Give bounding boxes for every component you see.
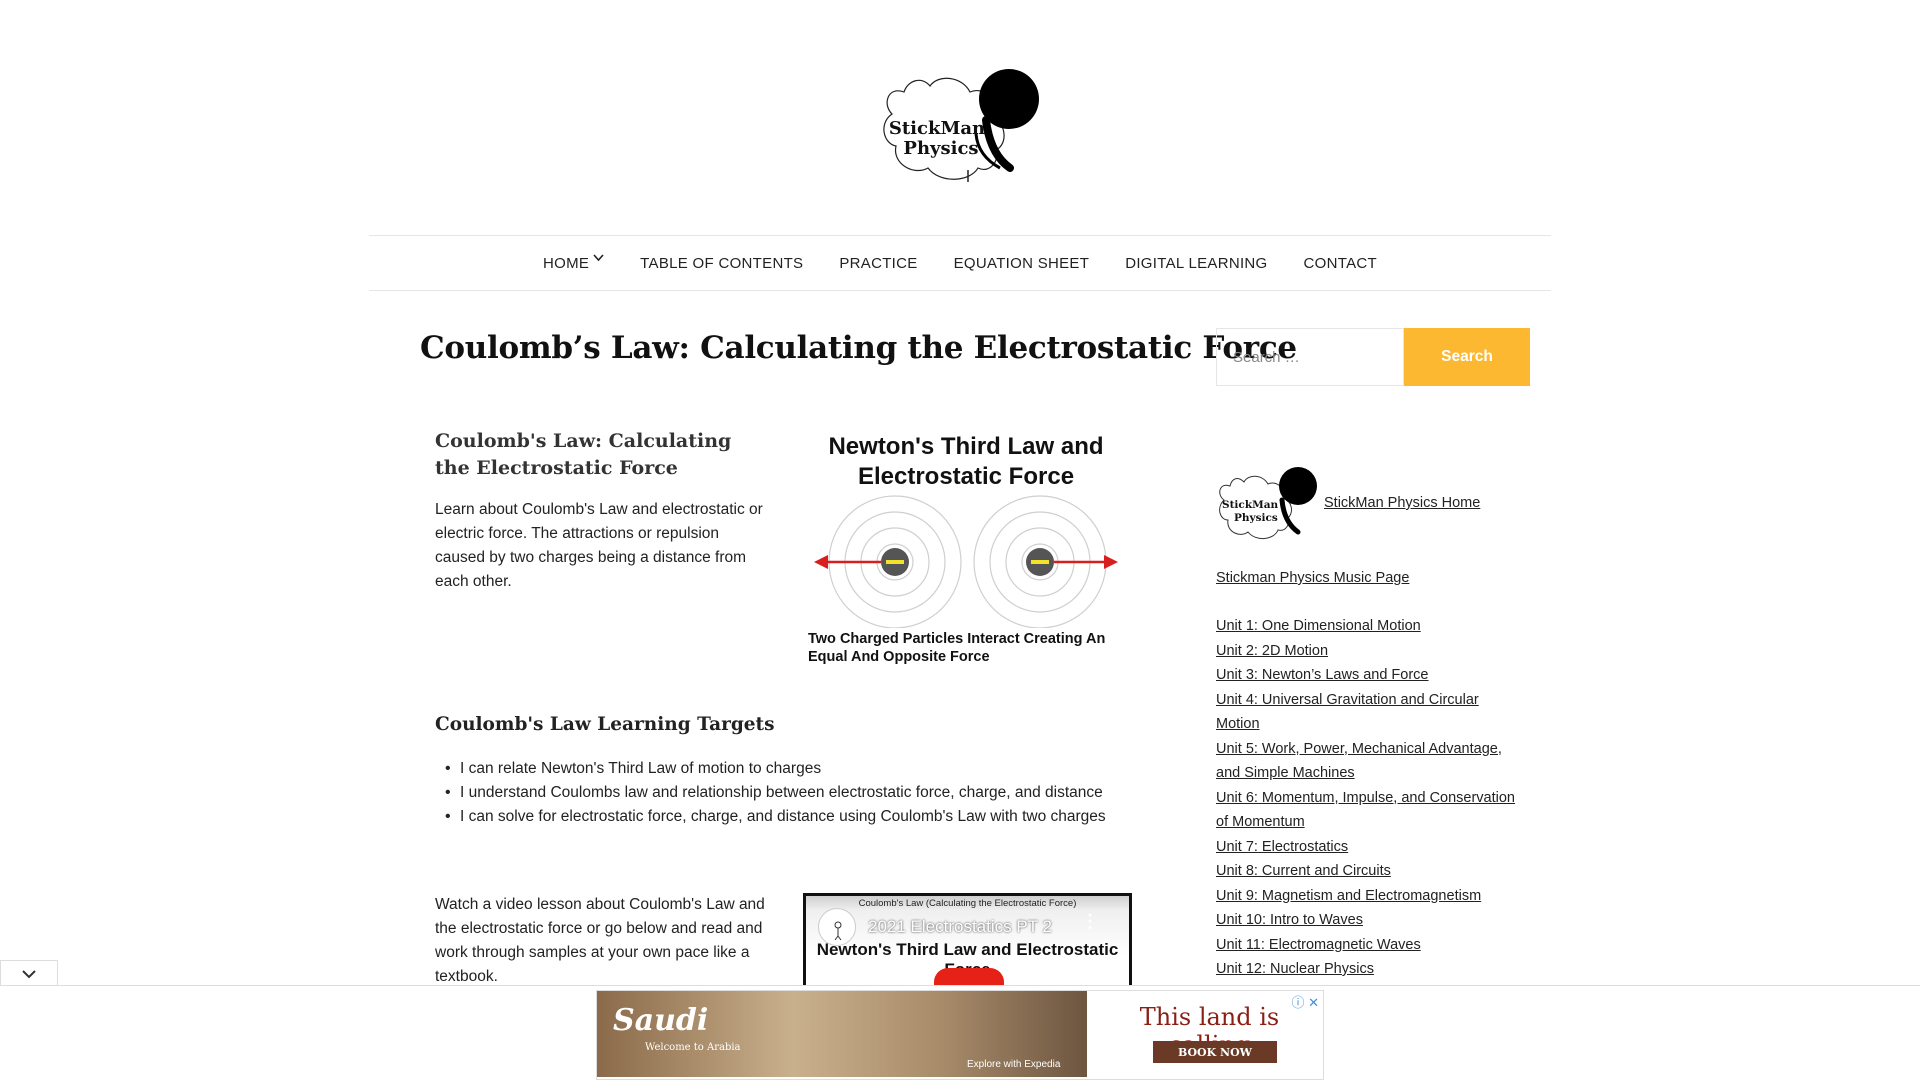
search-button[interactable]: Search bbox=[1404, 328, 1530, 386]
list-item: Unit 11: Electromagnetic Waves bbox=[1216, 933, 1526, 958]
list-item: I can solve for electrostatic force, cha… bbox=[445, 805, 1106, 829]
nav-item-label: HOME bbox=[542, 254, 590, 272]
unit-link[interactable]: Unit 2: 2D Motion bbox=[1216, 643, 1328, 659]
unit-link[interactable]: Unit 10: Intro to Waves bbox=[1216, 912, 1363, 928]
learning-targets-list: I can relate Newton's Third Law of motio… bbox=[445, 757, 1106, 829]
ad-info-icon[interactable]: ⓘ bbox=[1291, 995, 1304, 1010]
nav-item-digital-learning[interactable]: DIGITAL LEARNING bbox=[1107, 255, 1285, 272]
list-item: Unit 6: Momentum, Impulse, and Conservat… bbox=[1216, 786, 1526, 835]
ad-partner: Explore with Expedia bbox=[967, 1059, 1061, 1070]
list-item: Unit 3: Newton’s Laws and Force bbox=[1216, 663, 1526, 688]
nav-item-label: EQUATION SHEET bbox=[953, 254, 1090, 272]
search-placeholder: Search … bbox=[1233, 348, 1300, 366]
ad-brand: Saudi bbox=[613, 1003, 709, 1038]
video-embed[interactable]: Coulomb's Law (Calculating the Electrost… bbox=[803, 893, 1132, 985]
ad-collapse-button[interactable] bbox=[0, 960, 58, 986]
list-item: Unit 5: Work, Power, Mechanical Advantag… bbox=[1216, 737, 1526, 786]
nav-item-contact[interactable]: CONTACT bbox=[1286, 255, 1395, 272]
nav-item-label: PRACTICE bbox=[839, 254, 918, 272]
nav-item-label: DIGITAL LEARNING bbox=[1125, 254, 1268, 272]
newtons-third-law-figure: Newton's Third Law and Electrostatic For… bbox=[800, 428, 1132, 673]
chevron-down-icon[interactable] bbox=[593, 253, 604, 265]
list-item: Unit 2: 2D Motion bbox=[1216, 639, 1526, 664]
unit-link[interactable]: Unit 6: Momentum, Impulse, and Conservat… bbox=[1216, 790, 1515, 831]
list-item: Unit 12: Nuclear Physics bbox=[1216, 957, 1526, 982]
video-title[interactable]: 2021 Electrostatics PT 2 bbox=[868, 917, 1052, 937]
list-item: Unit 8: Current and Circuits bbox=[1216, 859, 1526, 884]
close-icon[interactable]: ✕ bbox=[1308, 995, 1319, 1010]
page-title: Coulomb’s Law: Calculating the Electrost… bbox=[420, 330, 1297, 366]
list-item: Unit 4: Universal Gravitation and Circul… bbox=[1216, 688, 1526, 737]
list-item: I understand Coulombs law and relationsh… bbox=[445, 781, 1106, 805]
chevron-down-icon bbox=[22, 969, 36, 978]
video-small-title: Coulomb's Law (Calculating the Electrost… bbox=[858, 898, 1077, 909]
search-input[interactable]: Search … bbox=[1216, 328, 1404, 386]
video-intro-text: Watch a video lesson about Coulomb's Law… bbox=[435, 896, 765, 985]
charged-particles-diagram bbox=[814, 495, 1118, 628]
list-item: I can relate Newton's Third Law of motio… bbox=[445, 757, 1106, 781]
site-logo[interactable]: StickMan Physics bbox=[878, 64, 1048, 190]
learning-targets-heading: Coulomb's Law Learning Targets bbox=[435, 714, 775, 735]
nav-item-label: CONTACT bbox=[1303, 254, 1378, 272]
unit-link[interactable]: Unit 7: Electrostatics bbox=[1216, 839, 1348, 855]
unit-link[interactable]: Unit 11: Electromagnetic Waves bbox=[1216, 937, 1421, 953]
nav-item-home[interactable]: HOME bbox=[525, 253, 622, 272]
nav-item-table-of-contents[interactable]: TABLE OF CONTENTS bbox=[622, 255, 821, 272]
more-options-icon[interactable]: ⋮ bbox=[1081, 912, 1099, 930]
play-button[interactable] bbox=[934, 968, 1004, 985]
svg-text:StickMan: StickMan bbox=[1222, 499, 1279, 511]
ad-book-now-button[interactable]: BOOK NOW bbox=[1153, 1041, 1277, 1063]
unit-link[interactable]: Unit 4: Universal Gravitation and Circul… bbox=[1216, 692, 1479, 733]
unit-link[interactable]: Unit 12: Nuclear Physics bbox=[1216, 961, 1374, 977]
list-item: Unit 7: Electrostatics bbox=[1216, 835, 1526, 860]
units-list: Unit 1: One Dimensional Motion Unit 2: 2… bbox=[1216, 614, 1526, 982]
intro-text: Learn about Coulomb's Law and electrosta… bbox=[435, 501, 763, 590]
main-navigation: HOME TABLE OF CONTENTS PRACTICE EQUATION… bbox=[369, 235, 1551, 291]
unit-link[interactable]: Unit 5: Work, Power, Mechanical Advantag… bbox=[1216, 741, 1502, 782]
nav-item-equation-sheet[interactable]: EQUATION SHEET bbox=[936, 255, 1108, 272]
unit-link[interactable]: Unit 3: Newton’s Laws and Force bbox=[1216, 667, 1429, 683]
svg-text:Physics: Physics bbox=[1234, 512, 1278, 524]
advertisement-banner[interactable]: Saudi Welcome to Arabia Explore with Exp… bbox=[596, 990, 1324, 1080]
nav-item-label: TABLE OF CONTENTS bbox=[640, 254, 804, 272]
stickman-logo-graphic: StickMan Physics bbox=[1219, 467, 1317, 539]
list-item: Unit 9: Magnetism and Electromagnetism bbox=[1216, 884, 1526, 909]
intro-heading: Coulomb's Law: Calculating the Electrost… bbox=[435, 430, 732, 479]
list-item: Unit 10: Intro to Waves bbox=[1216, 908, 1526, 933]
list-item: Unit 1: One Dimensional Motion bbox=[1216, 614, 1526, 639]
logo-text-physics: Physics bbox=[903, 138, 979, 159]
unit-link[interactable]: Unit 8: Current and Circuits bbox=[1216, 863, 1391, 879]
unit-link[interactable]: Unit 1: One Dimensional Motion bbox=[1216, 618, 1421, 634]
nav-item-practice[interactable]: PRACTICE bbox=[821, 255, 935, 272]
figure-caption: Two Charged Particles Interact Creating … bbox=[808, 631, 1106, 665]
sidebar-logo[interactable]: StickMan Physics bbox=[1216, 466, 1318, 544]
stickman-physics-home-link[interactable]: StickMan Physics Home bbox=[1324, 495, 1480, 511]
unit-link[interactable]: Unit 9: Magnetism and Electromagnetism bbox=[1216, 888, 1481, 904]
music-page-link[interactable]: Stickman Physics Music Page bbox=[1216, 570, 1409, 586]
ad-welcome-text: Welcome to Arabia bbox=[645, 1042, 741, 1053]
logo-text-stickman: StickMan bbox=[888, 118, 986, 139]
